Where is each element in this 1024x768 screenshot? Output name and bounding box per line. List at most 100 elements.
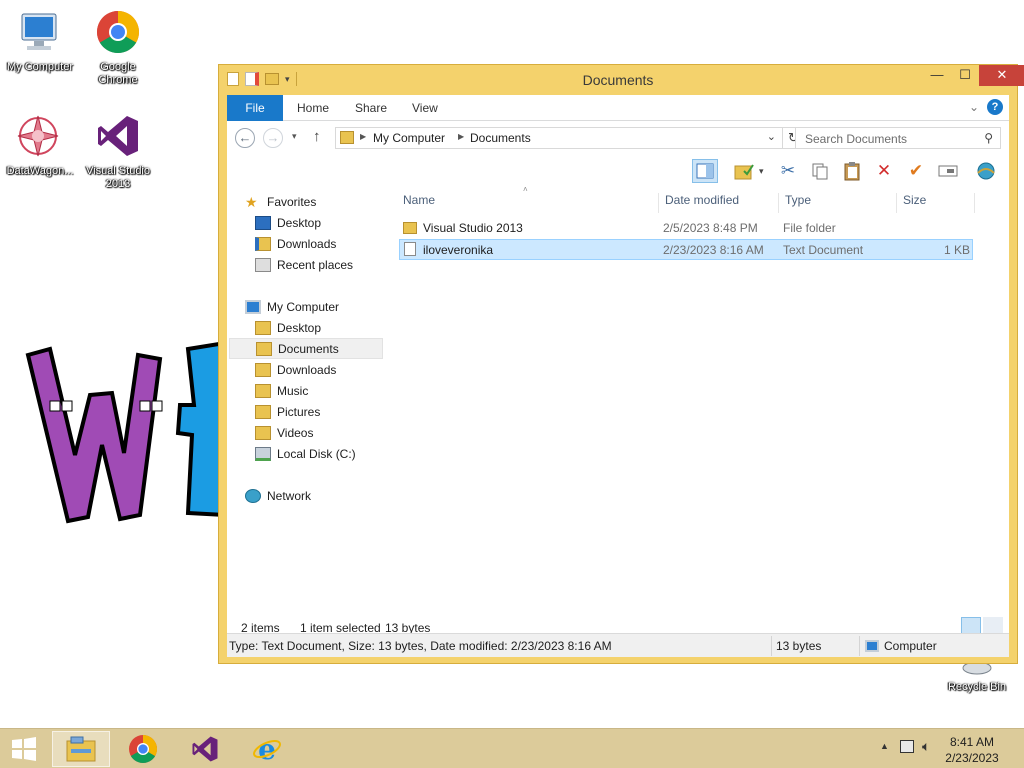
- nav-favorites[interactable]: ★ Favorites: [245, 191, 385, 212]
- nav-computer-music[interactable]: Music: [255, 380, 385, 401]
- command-toolbar: ▾ ✂ ✕ ✔: [227, 155, 1009, 187]
- delete-icon: ✕: [876, 161, 892, 180]
- desktop-icon-visual-studio[interactable]: Visual Studio 2013: [78, 112, 158, 191]
- taskbar-chrome[interactable]: [114, 731, 172, 767]
- address-dropdown-icon[interactable]: ⌄: [767, 130, 776, 143]
- ribbon-tabs: File Home Share View ⌄ ?: [227, 95, 1009, 121]
- file-type: File folder: [783, 221, 836, 235]
- tab-file[interactable]: File: [227, 95, 283, 121]
- taskbar-visual-studio[interactable]: [176, 731, 234, 767]
- network-icon: [245, 488, 261, 503]
- copy-button[interactable]: [807, 159, 833, 183]
- details-location: Computer: [884, 639, 937, 653]
- desktop-icon-google-chrome[interactable]: Google Chrome: [78, 8, 158, 87]
- nav-label: Documents: [278, 341, 339, 356]
- checkmark-icon: ✔: [908, 161, 924, 180]
- cut-button[interactable]: ✂: [775, 159, 801, 183]
- folder-icon: [340, 131, 354, 144]
- clock-date: 2/23/2023: [945, 751, 999, 765]
- nav-computer-pictures[interactable]: Pictures: [255, 401, 385, 422]
- close-button[interactable]: ✕: [979, 65, 1024, 86]
- breadcrumb-separator-icon[interactable]: ▶: [360, 132, 366, 141]
- nav-computer-local-disk[interactable]: Local Disk (C:): [255, 443, 385, 464]
- computer-icon: [245, 299, 261, 314]
- clock-time: 8:41 AM: [949, 735, 995, 749]
- network-status-icon[interactable]: [900, 740, 914, 753]
- tab-home[interactable]: Home: [283, 95, 343, 121]
- breadcrumb-documents[interactable]: Documents: [470, 131, 531, 145]
- clipboard-icon: [844, 162, 860, 181]
- check-button[interactable]: ✔: [903, 159, 929, 183]
- rename-button[interactable]: [935, 159, 961, 183]
- column-header-name[interactable]: Name: [397, 193, 659, 213]
- preview-pane-button[interactable]: [692, 159, 718, 183]
- minimize-button[interactable]: —: [923, 65, 951, 86]
- chrome-icon: [96, 10, 140, 54]
- folder-icon: [255, 320, 271, 335]
- tab-share[interactable]: Share: [341, 95, 401, 121]
- column-header-date-modified[interactable]: Date modified: [659, 193, 779, 213]
- back-button[interactable]: ←: [235, 128, 255, 148]
- folder-icon: [403, 222, 417, 234]
- show-hidden-icons-icon[interactable]: ▲: [880, 741, 889, 751]
- expand-ribbon-icon[interactable]: ⌄: [969, 100, 979, 114]
- desktop-icon-my-computer[interactable]: My Computer: [0, 8, 80, 74]
- file-type: Text Document: [783, 243, 864, 257]
- nav-label: Favorites: [267, 194, 317, 209]
- nav-favorites-downloads[interactable]: Downloads: [255, 233, 385, 254]
- desktop-icon-recycle-bin[interactable]: Recycle Bin: [940, 660, 1014, 693]
- search-placeholder: Search Documents: [805, 132, 908, 146]
- properties-button[interactable]: [731, 159, 757, 183]
- breadcrumb-my-computer[interactable]: My Computer: [373, 131, 445, 145]
- nav-computer-desktop[interactable]: Desktop: [255, 317, 385, 338]
- desktop-icon-datawagon[interactable]: DataWagon...: [0, 112, 80, 178]
- nav-computer-videos[interactable]: Videos: [255, 422, 385, 443]
- nav-favorites-desktop[interactable]: Desktop: [255, 212, 385, 233]
- taskbar-internet-explorer[interactable]: e: [238, 731, 296, 767]
- volume-icon[interactable]: 🔈︎: [922, 738, 930, 755]
- title-bar[interactable]: ▾ Documents — ☐ ✕: [219, 65, 1024, 95]
- paste-button[interactable]: [839, 159, 865, 183]
- file-explorer-icon: [66, 736, 96, 762]
- up-button[interactable]: ↑: [313, 128, 321, 145]
- system-clock[interactable]: 8:41 AM 2/23/2023: [942, 734, 1002, 766]
- text-document-icon: [404, 242, 416, 256]
- nav-computer-documents[interactable]: Documents: [229, 338, 383, 359]
- delete-button[interactable]: ✕: [871, 159, 897, 183]
- forward-button[interactable]: →: [263, 128, 283, 148]
- table-row[interactable]: Visual Studio 2013 2/5/2023 8:48 PM File…: [399, 218, 973, 239]
- maximize-button[interactable]: ☐: [951, 65, 979, 86]
- windows-logo-icon: [12, 737, 36, 761]
- search-icon[interactable]: ⚲: [984, 131, 993, 145]
- details-info: Type: Text Document, Size: 13 bytes, Dat…: [229, 639, 612, 653]
- properties-dropdown-icon[interactable]: ▾: [759, 166, 764, 177]
- file-name: Visual Studio 2013: [423, 221, 523, 235]
- shell-button[interactable]: [973, 159, 999, 183]
- desktop-icon-label: Recycle Bin: [947, 681, 1007, 693]
- taskbar-file-explorer[interactable]: [52, 731, 110, 767]
- nav-label: Network: [267, 488, 312, 503]
- table-row[interactable]: iloveveronika 2/23/2023 8:16 AM Text Doc…: [399, 239, 973, 260]
- start-button[interactable]: [0, 731, 48, 767]
- nav-network[interactable]: Network: [245, 485, 385, 506]
- system-tray: ▲ 🔈︎ 8:41 AM 2/23/2023: [864, 729, 1024, 768]
- nav-label: Music: [277, 383, 309, 398]
- file-size: 1 KB: [943, 243, 970, 257]
- computer-icon: [865, 640, 879, 652]
- breadcrumb-separator-icon[interactable]: ▶: [458, 132, 464, 141]
- nav-favorites-recent-places[interactable]: Recent places: [255, 254, 385, 275]
- desktop-icon-label: DataWagon...: [6, 165, 74, 177]
- help-icon[interactable]: ?: [987, 99, 1003, 115]
- nav-label: Pictures: [277, 404, 321, 419]
- visual-studio-icon: [98, 116, 138, 156]
- nav-computer-downloads[interactable]: Downloads: [255, 359, 385, 380]
- column-header-type[interactable]: Type: [779, 193, 897, 213]
- recent-locations-icon[interactable]: ▾: [292, 131, 297, 142]
- nav-my-computer[interactable]: My Computer: [245, 296, 385, 317]
- videos-folder-icon: [255, 425, 271, 440]
- rename-icon: [938, 165, 958, 177]
- column-header-size[interactable]: Size: [897, 193, 975, 213]
- tab-view[interactable]: View: [398, 95, 452, 121]
- address-bar[interactable]: ▶ My Computer ▶ Documents ⌄: [335, 127, 783, 149]
- search-box[interactable]: Search Documents ⚲: [795, 127, 1001, 149]
